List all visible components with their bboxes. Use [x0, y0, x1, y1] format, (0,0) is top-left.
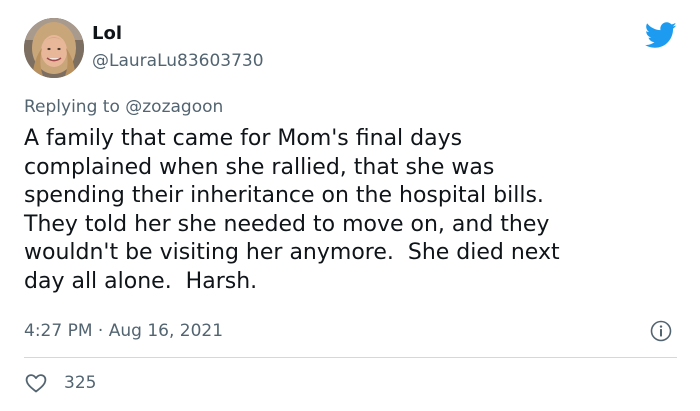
tweet-time: 4:27 PM [24, 321, 93, 341]
heart-icon[interactable] [24, 371, 48, 395]
author-handle[interactable]: @LauraLu83603730 [92, 50, 264, 72]
tweet-timestamp[interactable]: 4:27 PM · Aug 16, 2021 [24, 319, 223, 343]
like-count: 325 [64, 373, 97, 393]
tweet-text: A family that came for Mom's final days … [24, 125, 684, 296]
tweet-text-line: day all alone. Harsh. [24, 268, 258, 294]
meta-separator: · [97, 321, 104, 341]
tweet-date: Aug 16, 2021 [108, 321, 224, 341]
avatar[interactable] [24, 18, 84, 78]
avatar-image [24, 18, 84, 78]
like-button[interactable]: 325 [24, 370, 96, 396]
twitter-bird-icon[interactable] [645, 22, 677, 49]
info-icon[interactable] [650, 320, 672, 342]
author-display-name[interactable]: Lol [92, 22, 122, 46]
reply-mention-link[interactable]: @zozagoon [125, 97, 223, 117]
tweet-text-line: They told her she needed to move on, and… [24, 211, 550, 237]
divider [24, 357, 677, 358]
reply-context: Replying to @zozagoon [24, 96, 223, 118]
tweet-text-line: spending their inheritance on the hospit… [24, 183, 544, 208]
reply-prefix: Replying to [24, 97, 120, 117]
tweet-text-line: wouldn't be visiting her anymore. She di… [24, 240, 560, 265]
tweet-text-line: complained when she rallied, that she wa… [24, 154, 495, 180]
tweet-text-line: A family that came for Mom's final days [24, 126, 463, 151]
